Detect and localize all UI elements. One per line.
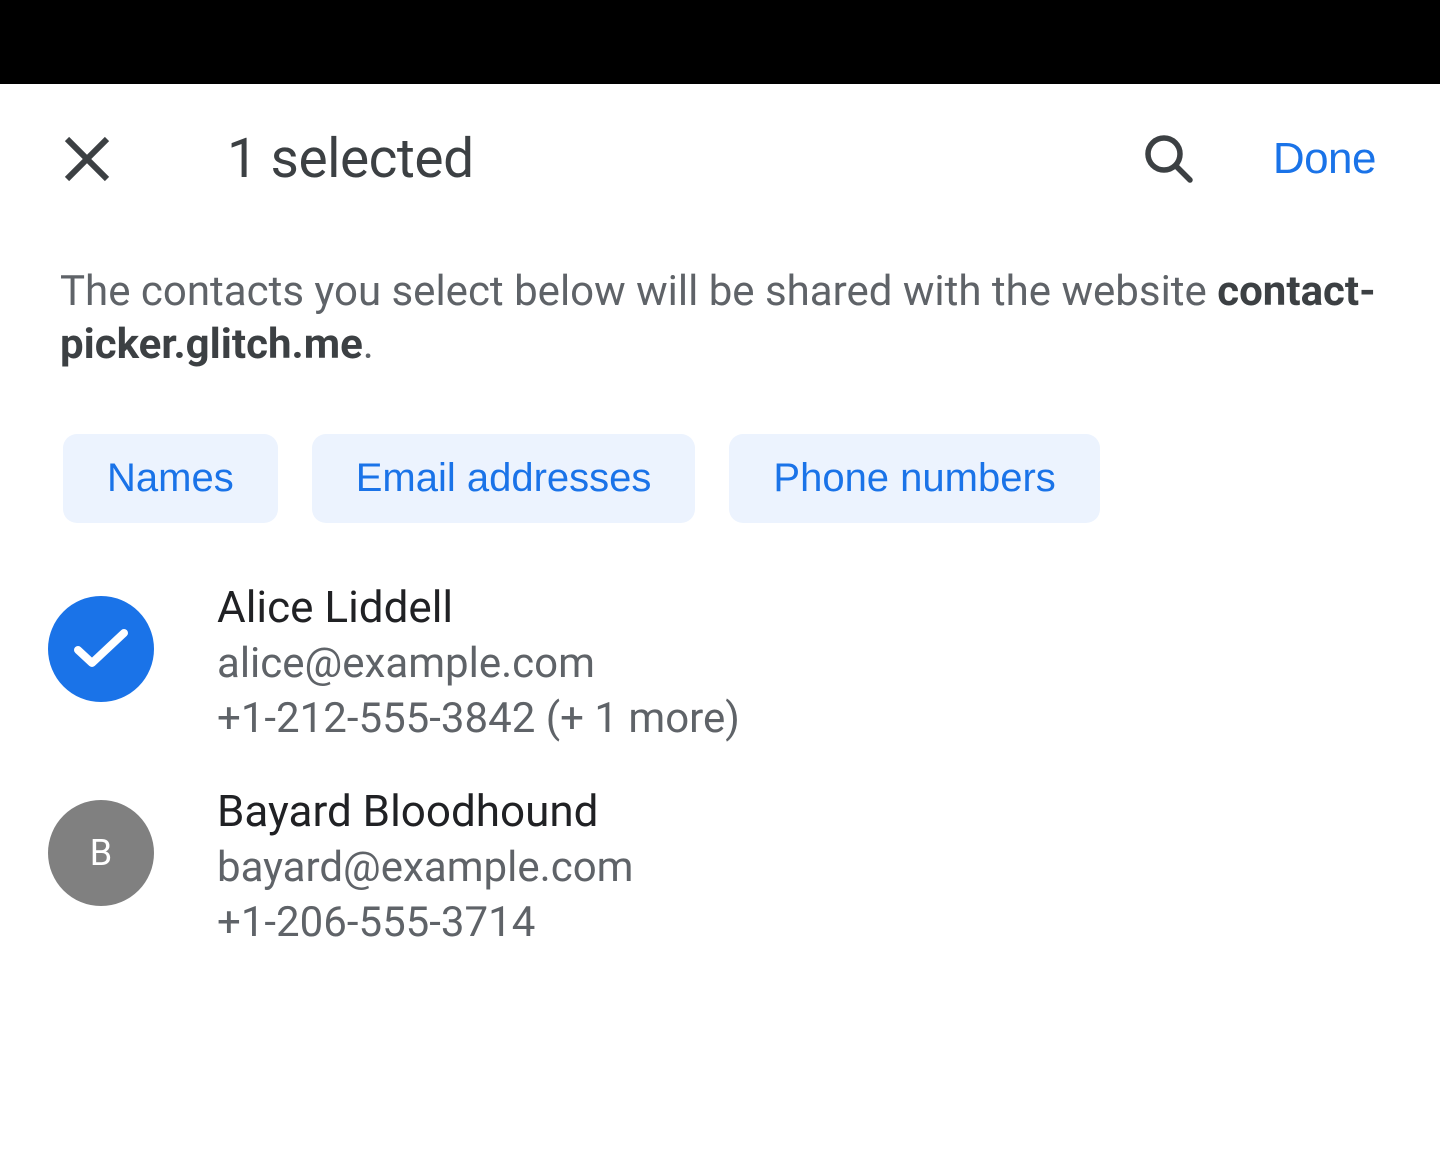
contact-name: Alice Liddell (217, 579, 740, 636)
avatar-selected (48, 596, 154, 702)
search-icon (1143, 133, 1195, 185)
toolbar: 1 selected Done (0, 84, 1440, 211)
contact-row[interactable]: Alice Liddell alice@example.com +1-212-5… (48, 567, 1440, 771)
contact-name: Bayard Bloodhound (217, 783, 633, 840)
chip-phone-numbers[interactable]: Phone numbers (729, 434, 1099, 523)
contact-phone: +1-206-555-3714 (217, 897, 633, 950)
contact-email: alice@example.com (217, 638, 740, 691)
contact-phone: +1-212-555-3842 (+ 1 more) (217, 693, 740, 746)
done-button[interactable]: Done (1273, 134, 1376, 184)
chip-names[interactable]: Names (63, 434, 278, 523)
page-title: 1 selected (227, 127, 1143, 191)
search-button[interactable] (1143, 133, 1195, 185)
contacts-list: Alice Liddell alice@example.com +1-212-5… (0, 523, 1440, 975)
close-button[interactable] (62, 134, 112, 184)
avatar-initial: B (90, 832, 112, 874)
checkmark-icon (72, 627, 130, 671)
contact-email: bayard@example.com (217, 842, 633, 895)
status-bar (0, 0, 1440, 84)
contact-row[interactable]: B Bayard Bloodhound bayard@example.com +… (48, 771, 1440, 975)
info-text: The contacts you select below will be sh… (0, 211, 1440, 371)
info-prefix: The contacts you select below will be sh… (60, 267, 1217, 316)
filter-chips: Names Email addresses Phone numbers (0, 371, 1440, 523)
info-suffix: . (363, 320, 374, 369)
contact-info: Bayard Bloodhound bayard@example.com +1-… (217, 783, 633, 949)
avatar: B (48, 800, 154, 906)
contact-info: Alice Liddell alice@example.com +1-212-5… (217, 579, 740, 745)
chip-email-addresses[interactable]: Email addresses (312, 434, 696, 523)
close-icon (62, 134, 112, 184)
